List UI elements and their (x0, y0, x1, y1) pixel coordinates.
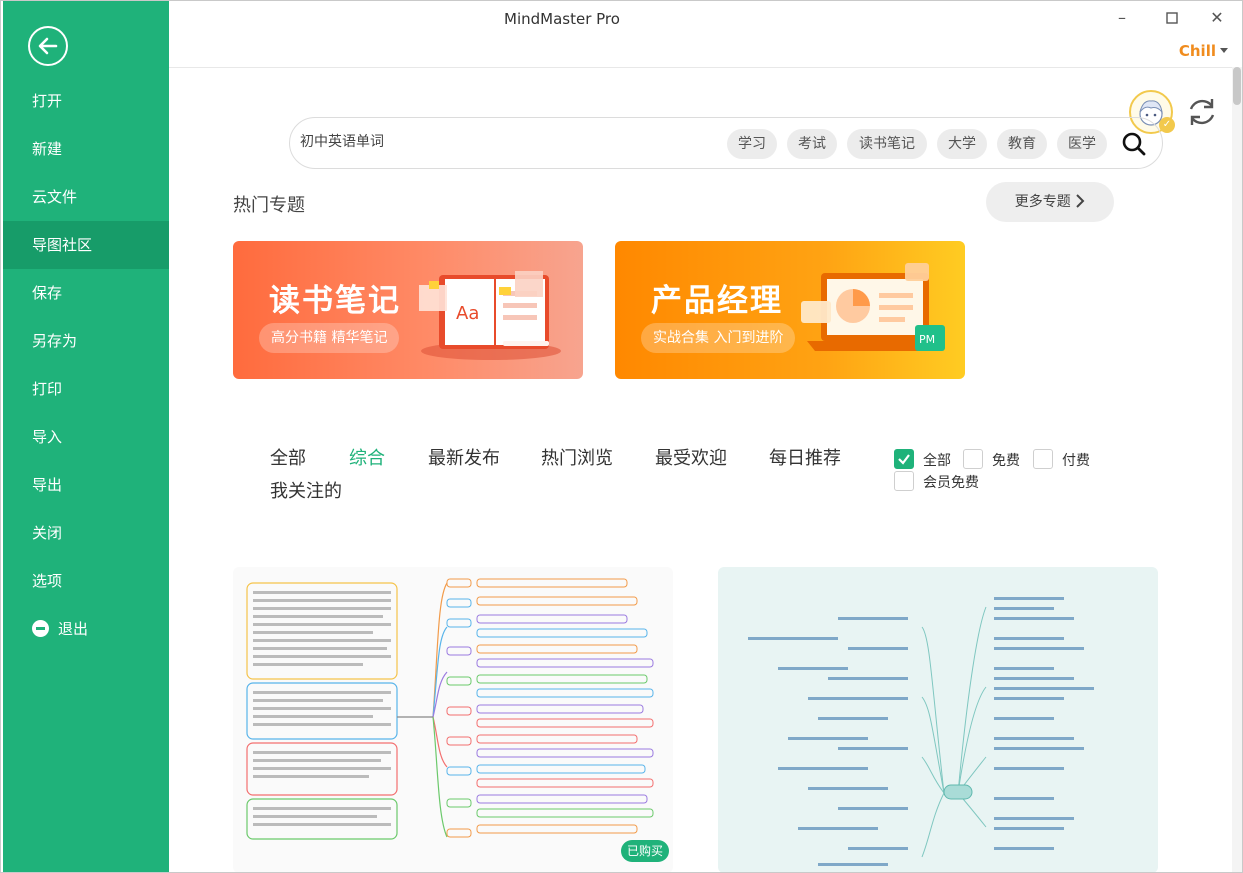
sidebar-item-export[interactable]: 导出 (3, 461, 169, 509)
sidebar-item-close[interactable]: 关闭 (3, 509, 169, 557)
checkbox-price-free[interactable] (963, 449, 983, 469)
search-tag[interactable]: 读书笔记 (847, 129, 927, 159)
vip-check-icon: ✓ (1159, 117, 1175, 133)
back-arrow-icon[interactable] (28, 26, 68, 66)
mindmap-card[interactable] (718, 567, 1158, 872)
search-tag[interactable]: 学习 (727, 129, 777, 159)
sidebar-menu: 打开 新建 云文件 导图社区 保存 另存为 打印 导入 导出 关闭 选项 退出 (3, 77, 169, 653)
search-bar: 学习 考试 读书笔记 大学 教育 医学 (289, 117, 1163, 169)
sidebar-item-options[interactable]: 选项 (3, 557, 169, 605)
sidebar-item-print[interactable]: 打印 (3, 365, 169, 413)
minimize-icon[interactable]: – (1111, 7, 1133, 29)
tab-most-liked[interactable]: 最受欢迎 (655, 444, 727, 470)
sidebar: 打开 新建 云文件 导图社区 保存 另存为 打印 导入 导出 关闭 选项 退出 (3, 1, 169, 872)
book-illustration-icon: Aa (419, 255, 569, 369)
exit-label: 退出 (58, 620, 89, 638)
sidebar-item-cloud-files[interactable]: 云文件 (3, 173, 169, 221)
section-title: 热门专题 (233, 195, 305, 216)
more-topics-button[interactable]: 更多专题 (986, 182, 1114, 222)
search-tag[interactable]: 大学 (937, 129, 987, 159)
more-topics-label: 更多专题 (1014, 194, 1071, 210)
banner-subtitle: 高分书籍 精华笔记 (259, 323, 400, 353)
checkbox-label: 会员免费 (923, 475, 979, 491)
search-input[interactable] (300, 133, 560, 149)
sidebar-item-new[interactable]: 新建 (3, 125, 169, 173)
checkbox-label: 免费 (992, 453, 1020, 469)
window-title: MindMaster Pro (504, 10, 620, 28)
mindmap-thumbnail (246, 578, 654, 840)
banner-product-manager[interactable]: 产品经理 实战合集 入门到进阶 PM (615, 241, 965, 379)
tab-comprehensive[interactable]: 综合 (349, 444, 385, 470)
chevron-right-icon (1075, 182, 1085, 222)
minus-circle-icon (32, 620, 49, 637)
user-name: Chill (1178, 42, 1216, 60)
banner-art-text: PM (919, 333, 935, 346)
checkbox-price-paid[interactable] (1033, 449, 1053, 469)
banner-title: 产品经理 (651, 283, 783, 319)
scrollbar-thumb[interactable] (1233, 67, 1241, 105)
tab-daily-picks[interactable]: 每日推荐 (769, 444, 841, 470)
sidebar-item-community[interactable]: 导图社区 (3, 221, 169, 269)
laptop-illustration-icon: PM (801, 255, 951, 369)
sync-icon[interactable] (1185, 95, 1219, 133)
banner-art-text: Aa (456, 303, 479, 324)
sidebar-item-import[interactable]: 导入 (3, 413, 169, 461)
checkbox-label: 付费 (1062, 453, 1090, 469)
tab-following[interactable]: 我关注的 (270, 477, 342, 503)
title-bar: MindMaster Pro – ✕ Chill (169, 1, 1242, 68)
banner-reading-notes[interactable]: 读书笔记 高分书籍 精华笔记 Aa (233, 241, 583, 379)
mindmap-thumbnail (748, 597, 1094, 866)
scrollbar[interactable] (1232, 67, 1242, 872)
banner-title: 读书笔记 (269, 283, 401, 319)
sidebar-item-save-as[interactable]: 另存为 (3, 317, 169, 365)
caret-down-icon (1220, 48, 1228, 53)
close-icon[interactable]: ✕ (1206, 7, 1228, 29)
tab-all[interactable]: 全部 (270, 444, 306, 470)
search-tag[interactable]: 教育 (997, 129, 1047, 159)
checkbox-label: 全部 (923, 453, 951, 469)
sidebar-item-open[interactable]: 打开 (3, 77, 169, 125)
search-tag[interactable]: 医学 (1057, 129, 1107, 159)
mindmap-card[interactable] (233, 567, 673, 872)
user-menu[interactable]: Chill (1179, 42, 1228, 60)
search-icon[interactable] (1120, 130, 1148, 162)
search-tag[interactable]: 考试 (787, 129, 837, 159)
maximize-icon[interactable] (1161, 7, 1183, 29)
banner-subtitle: 实战合集 入门到进阶 (641, 323, 796, 353)
purchased-badge: 已购买 (621, 840, 669, 862)
checkbox-price-member-free[interactable] (894, 471, 914, 491)
checkbox-price-all[interactable] (894, 449, 914, 469)
app-window: 打开 新建 云文件 导图社区 保存 另存为 打印 导入 导出 关闭 选项 退出 … (0, 0, 1243, 873)
tab-hot-views[interactable]: 热门浏览 (541, 444, 613, 470)
tab-latest[interactable]: 最新发布 (428, 444, 500, 470)
sidebar-item-save[interactable]: 保存 (3, 269, 169, 317)
sidebar-item-exit[interactable]: 退出 (3, 605, 169, 653)
